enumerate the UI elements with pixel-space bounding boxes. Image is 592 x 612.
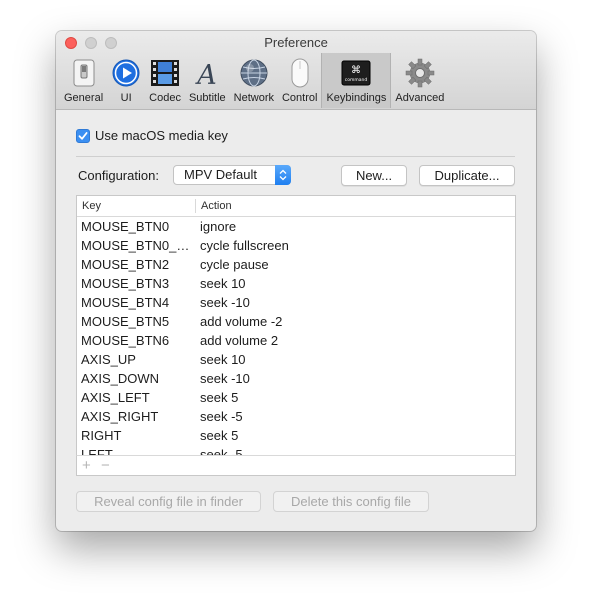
separator	[76, 156, 515, 157]
action-cell[interactable]: cycle fullscreen	[200, 238, 289, 253]
action-cell[interactable]: seek 10	[200, 276, 246, 291]
tab-ui[interactable]: UI	[107, 53, 145, 108]
column-divider[interactable]	[195, 199, 196, 213]
table-row[interactable]: AXIS_LEFT seek 5	[77, 388, 515, 407]
action-cell[interactable]: add volume 2	[200, 333, 278, 348]
column-header-key[interactable]: Key	[82, 200, 101, 212]
tab-keybindings-label: Keybindings	[326, 92, 387, 104]
tab-codec-label: Codec	[149, 92, 181, 104]
table-row[interactable]: RIGHT seek 5	[77, 426, 515, 445]
film-icon	[150, 58, 180, 88]
play-icon	[111, 58, 141, 88]
key-cell[interactable]: MOUSE_BTN6	[81, 333, 193, 348]
table-row[interactable]: MOUSE_BTN0_D... cycle fullscreen	[77, 236, 515, 255]
key-cell[interactable]: AXIS_RIGHT	[81, 409, 193, 424]
action-cell[interactable]: seek -5	[200, 409, 243, 424]
command-key-icon: ⌘ command	[341, 58, 371, 88]
tab-control[interactable]: Control	[278, 53, 321, 108]
media-key-checkbox[interactable]	[76, 128, 90, 143]
key-cell[interactable]: AXIS_UP	[81, 352, 193, 367]
action-cell[interactable]: ignore	[200, 219, 236, 234]
toolbar: General UI Codec A Subtitle Network Cont…	[60, 53, 448, 109]
table-row[interactable]: MOUSE_BTN3 seek 10	[77, 274, 515, 293]
tab-codec[interactable]: Codec	[145, 53, 185, 108]
key-cell[interactable]: AXIS_LEFT	[81, 390, 193, 405]
keybindings-table[interactable]: Key Action MOUSE_BTN0 ignore MOUSE_BTN0_D.…	[76, 195, 516, 456]
key-cell[interactable]: RIGHT	[81, 428, 193, 443]
action-cell[interactable]: cycle pause	[200, 257, 269, 272]
key-cell[interactable]: MOUSE_BTN2	[81, 257, 193, 272]
remove-binding-button[interactable]: −	[101, 456, 110, 475]
svg-text:A: A	[195, 60, 218, 87]
configuration-select[interactable]: MPV Default	[173, 165, 291, 185]
tab-keybindings[interactable]: ⌘ command Keybindings	[321, 53, 392, 108]
table-row[interactable]: AXIS_DOWN seek -10	[77, 369, 515, 388]
configuration-selected-value: MPV Default	[184, 167, 257, 182]
key-cell[interactable]: MOUSE_BTN0	[81, 219, 193, 234]
duplicate-config-button[interactable]: Duplicate...	[419, 165, 515, 186]
tab-subtitle[interactable]: A Subtitle	[185, 53, 230, 108]
gear-icon	[405, 58, 435, 88]
popup-arrows-icon	[275, 165, 291, 185]
delete-config-button[interactable]: Delete this config file	[273, 491, 429, 512]
switch-icon	[69, 58, 99, 88]
preference-window: Preference General UI Codec A Subtitle N…	[56, 31, 536, 531]
table-header: Key Action	[77, 196, 515, 217]
tab-network[interactable]: Network	[230, 53, 278, 108]
keybindings-pane: Use macOS media key Configuration: MPV D…	[56, 110, 536, 531]
tab-ui-label: UI	[120, 92, 132, 104]
tab-general-label: General	[64, 92, 104, 104]
column-header-action[interactable]: Action	[201, 200, 232, 212]
table-row[interactable]: MOUSE_BTN2 cycle pause	[77, 255, 515, 274]
key-cell[interactable]: MOUSE_BTN4	[81, 295, 193, 310]
tab-control-label: Control	[281, 92, 318, 104]
action-cell[interactable]: seek 5	[200, 428, 238, 443]
table-row[interactable]: MOUSE_BTN4 seek -10	[77, 293, 515, 312]
table-row[interactable]: MOUSE_BTN5 add volume -2	[77, 312, 515, 331]
table-row[interactable]: AXIS_RIGHT seek -5	[77, 407, 515, 426]
svg-text:⌘: ⌘	[351, 65, 361, 76]
action-cell[interactable]: seek 10	[200, 352, 246, 367]
key-cell[interactable]: MOUSE_BTN3	[81, 276, 193, 291]
table-body: MOUSE_BTN0 ignore MOUSE_BTN0_D... cycle ful…	[77, 217, 515, 455]
tab-subtitle-label: Subtitle	[188, 92, 226, 104]
table-row[interactable]: MOUSE_BTN6 add volume 2	[77, 331, 515, 350]
action-cell[interactable]: seek -10	[200, 295, 250, 310]
titlebar: Preference General UI Codec A Subtitle N…	[56, 31, 536, 110]
table-row[interactable]: AXIS_UP seek 10	[77, 350, 515, 369]
mouse-icon	[285, 58, 315, 88]
table-footer: + −	[76, 455, 516, 476]
table-row[interactable]: MOUSE_BTN0 ignore	[77, 217, 515, 236]
tab-advanced[interactable]: Advanced	[391, 53, 448, 108]
checkmark-icon	[78, 131, 88, 140]
window-title: Preference	[264, 35, 328, 50]
add-binding-button[interactable]: +	[82, 456, 91, 475]
action-cell[interactable]: seek -10	[200, 371, 250, 386]
tab-general[interactable]: General	[60, 53, 107, 108]
media-key-label: Use macOS media key	[95, 128, 228, 143]
key-cell[interactable]: AXIS_DOWN	[81, 371, 193, 386]
globe-icon	[239, 58, 269, 88]
action-cell[interactable]: seek 5	[200, 390, 238, 405]
font-icon: A	[192, 58, 222, 88]
key-cell[interactable]: MOUSE_BTN0_D...	[81, 238, 193, 253]
tab-network-label: Network	[233, 92, 274, 104]
configuration-label: Configuration:	[78, 168, 159, 183]
tab-advanced-label: Advanced	[395, 92, 445, 104]
key-cell[interactable]: MOUSE_BTN5	[81, 314, 193, 329]
action-cell[interactable]: add volume -2	[200, 314, 282, 329]
new-config-button[interactable]: New...	[341, 165, 407, 186]
reveal-config-button[interactable]: Reveal config file in finder	[76, 491, 261, 512]
svg-text:command: command	[345, 77, 368, 83]
media-key-option[interactable]: Use macOS media key	[76, 128, 228, 143]
